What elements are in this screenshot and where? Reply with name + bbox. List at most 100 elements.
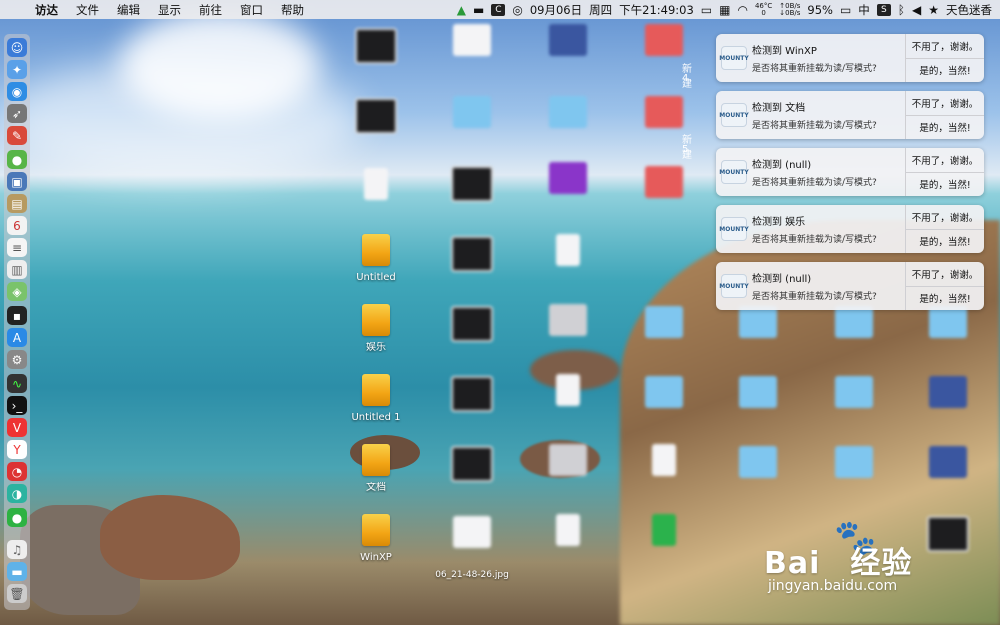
decline-button[interactable]: 不用了，谢谢。 <box>906 34 984 58</box>
s-status-icon[interactable]: S <box>876 3 891 16</box>
desktop-file[interactable] <box>520 162 616 194</box>
accept-button[interactable]: 是的，当然! <box>906 114 984 140</box>
decline-button[interactable]: 不用了，谢谢。 <box>906 148 984 172</box>
menu-edit[interactable]: 编辑 <box>108 2 149 18</box>
desktop-file[interactable] <box>710 446 806 478</box>
temperature-readout[interactable]: 46°C 0 <box>755 2 772 17</box>
downloads-folder-icon[interactable]: ▬ <box>7 562 27 581</box>
menu-weekday[interactable]: 周四 <box>589 2 612 18</box>
desktop-file[interactable] <box>806 376 902 408</box>
drive-untitled[interactable]: Untitled <box>328 234 424 283</box>
menu-clock[interactable]: 下午21:49:03 <box>619 2 694 18</box>
desktop-file[interactable] <box>328 98 424 134</box>
menu-view[interactable]: 显示 <box>149 2 190 18</box>
trash-icon[interactable]: 🗑 <box>7 584 27 603</box>
desktop-file[interactable] <box>424 24 520 56</box>
desktop-file[interactable] <box>806 306 902 338</box>
wechat-icon[interactable]: ● <box>7 508 27 527</box>
desktop-file[interactable] <box>900 376 996 408</box>
vivaldi-icon[interactable]: V <box>7 418 27 437</box>
menu-window[interactable]: 窗口 <box>231 2 272 18</box>
desktop-file[interactable] <box>520 24 616 56</box>
desktop-file[interactable] <box>616 166 712 198</box>
globe-icon[interactable]: ◎ <box>512 3 522 17</box>
network-speed[interactable]: ↑0B/s ↓0B/s <box>779 2 800 17</box>
terminal-icon[interactable]: ›_ <box>7 396 27 415</box>
desktop-file[interactable] <box>520 444 616 476</box>
drive-yule[interactable]: 娱乐 <box>328 304 424 353</box>
decline-button[interactable]: 不用了，谢谢。 <box>906 91 984 115</box>
keyboard-icon[interactable]: ▦ <box>719 3 730 17</box>
input-method[interactable]: 中 <box>858 2 870 18</box>
desktop-file[interactable] <box>616 376 712 408</box>
accept-button[interactable]: 是的，当然! <box>906 228 984 254</box>
desktop-file[interactable] <box>424 236 520 272</box>
wifi-icon[interactable]: ◠ <box>737 3 747 17</box>
desktop-file[interactable] <box>424 376 520 412</box>
desktop-file[interactable] <box>900 446 996 478</box>
battery-percent[interactable]: 95% <box>807 3 833 17</box>
drive-wendang[interactable]: 文档 <box>328 444 424 493</box>
menu-file[interactable]: 文件 <box>67 2 108 18</box>
volume-icon[interactable]: ◀ <box>912 3 921 17</box>
desktop-file[interactable] <box>520 96 616 128</box>
accept-button[interactable]: 是的，当然! <box>906 57 984 83</box>
desktop-file[interactable] <box>328 28 424 64</box>
notes-icon[interactable]: ▤ <box>7 194 27 213</box>
desktop-file-screenshot[interactable]: 06_21-48-26.jpg <box>424 516 520 581</box>
desktop-file[interactable] <box>616 24 712 56</box>
c-status-icon[interactable]: C <box>491 3 506 16</box>
menu-date[interactable]: 09月06日 <box>530 2 582 18</box>
desktop-file[interactable] <box>710 306 806 338</box>
maps-icon[interactable]: ◈ <box>7 282 27 301</box>
yandex-icon[interactable]: Y <box>7 440 27 459</box>
accept-button[interactable]: 是的，当然! <box>906 285 984 311</box>
desktop-file[interactable] <box>424 306 520 342</box>
desktop-file[interactable] <box>520 234 616 266</box>
accept-button[interactable]: 是的，当然! <box>906 171 984 197</box>
battery-icon[interactable]: ▭ <box>840 3 851 17</box>
document-icon[interactable]: ♫ <box>7 540 27 559</box>
appstore-icon[interactable]: A <box>7 328 27 347</box>
desktop-file[interactable] <box>520 374 616 406</box>
desktop-file[interactable] <box>424 446 520 482</box>
launchpad-icon[interactable]: ✦ <box>7 60 27 79</box>
safari-icon[interactable]: ◉ <box>7 82 27 101</box>
desktop-file[interactable] <box>616 444 712 476</box>
folder-status-icon[interactable]: ▬ <box>473 3 484 17</box>
textedit-icon[interactable]: ≡ <box>7 238 27 257</box>
drive-winxp[interactable]: WinXP <box>328 514 424 563</box>
system-prefs-icon[interactable]: ⚙ <box>7 350 27 369</box>
decline-button[interactable]: 不用了，谢谢。 <box>906 205 984 229</box>
desktop-file[interactable] <box>520 304 616 336</box>
desktop-file[interactable] <box>616 96 712 128</box>
display-icon[interactable]: ▭ <box>701 3 712 17</box>
desktop-file[interactable] <box>520 514 616 546</box>
user-name[interactable]: 天色迷香 <box>946 2 992 18</box>
desktop-file[interactable] <box>900 516 996 552</box>
green-app-icon[interactable]: ◑ <box>7 484 27 503</box>
star-icon[interactable]: ★ <box>928 3 939 17</box>
desktop-file[interactable] <box>710 376 806 408</box>
decline-button[interactable]: 不用了，谢谢。 <box>906 262 984 286</box>
mountain-status-icon[interactable]: ▲ <box>457 3 466 17</box>
terminal-dark-icon[interactable]: ▪ <box>7 306 27 325</box>
desktop-file[interactable] <box>806 446 902 478</box>
desktop-file[interactable] <box>616 306 712 338</box>
bluetooth-icon[interactable]: ᛒ <box>898 3 905 17</box>
menu-finder[interactable]: 访达 <box>26 2 67 18</box>
android-icon[interactable]: ● <box>7 150 27 169</box>
desktop-file[interactable] <box>424 166 520 202</box>
finder-icon[interactable]: ☺ <box>7 38 27 57</box>
rocket-icon[interactable]: ➶ <box>7 104 27 123</box>
desktop-file[interactable] <box>424 96 520 128</box>
calendar-icon[interactable]: 6 <box>7 216 27 235</box>
desktop-file[interactable] <box>900 306 996 338</box>
activity-monitor-icon[interactable]: ∿ <box>7 374 27 393</box>
desktop-file[interactable] <box>616 514 712 546</box>
drive-untitled-1[interactable]: Untitled 1 <box>328 374 424 423</box>
app-red-icon[interactable]: ✎ <box>7 126 27 145</box>
netease-music-icon[interactable]: ◔ <box>7 462 27 481</box>
menu-go[interactable]: 前往 <box>190 2 231 18</box>
desktop-file[interactable] <box>328 168 424 200</box>
